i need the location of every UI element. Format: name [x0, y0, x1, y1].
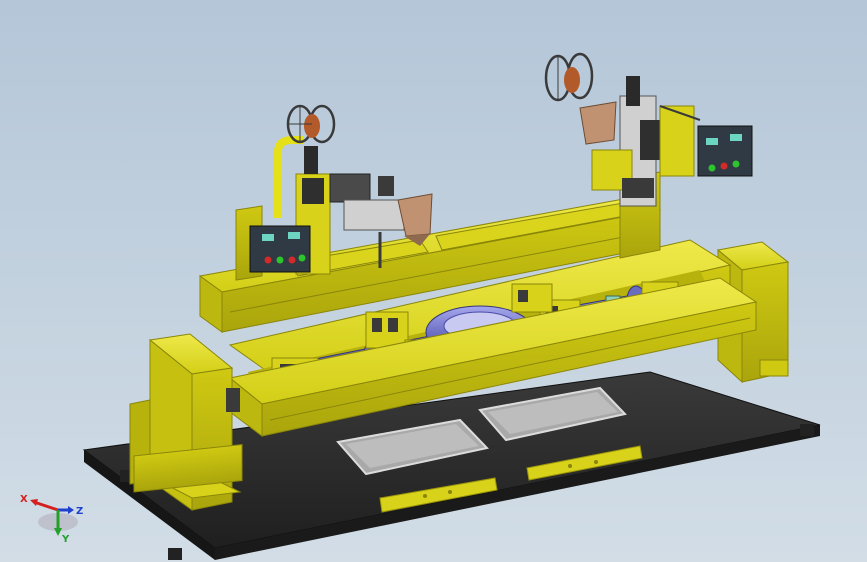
x-axis-arrow [33, 500, 59, 512]
welding-machine-model[interactable] [0, 0, 867, 562]
left-headstock [129, 333, 243, 511]
right-wire-spool [544, 52, 594, 102]
x-axis-label: X [20, 494, 28, 505]
right-control-panel [697, 125, 753, 177]
left-control-panel [249, 225, 311, 273]
cad-viewport[interactable]: X Z Y [0, 0, 867, 562]
coordinate-triad: X Z Y [20, 494, 83, 544]
z-axis-label: Z [76, 506, 83, 517]
right-welding-head [544, 52, 753, 207]
y-axis-label: Y [61, 534, 70, 544]
